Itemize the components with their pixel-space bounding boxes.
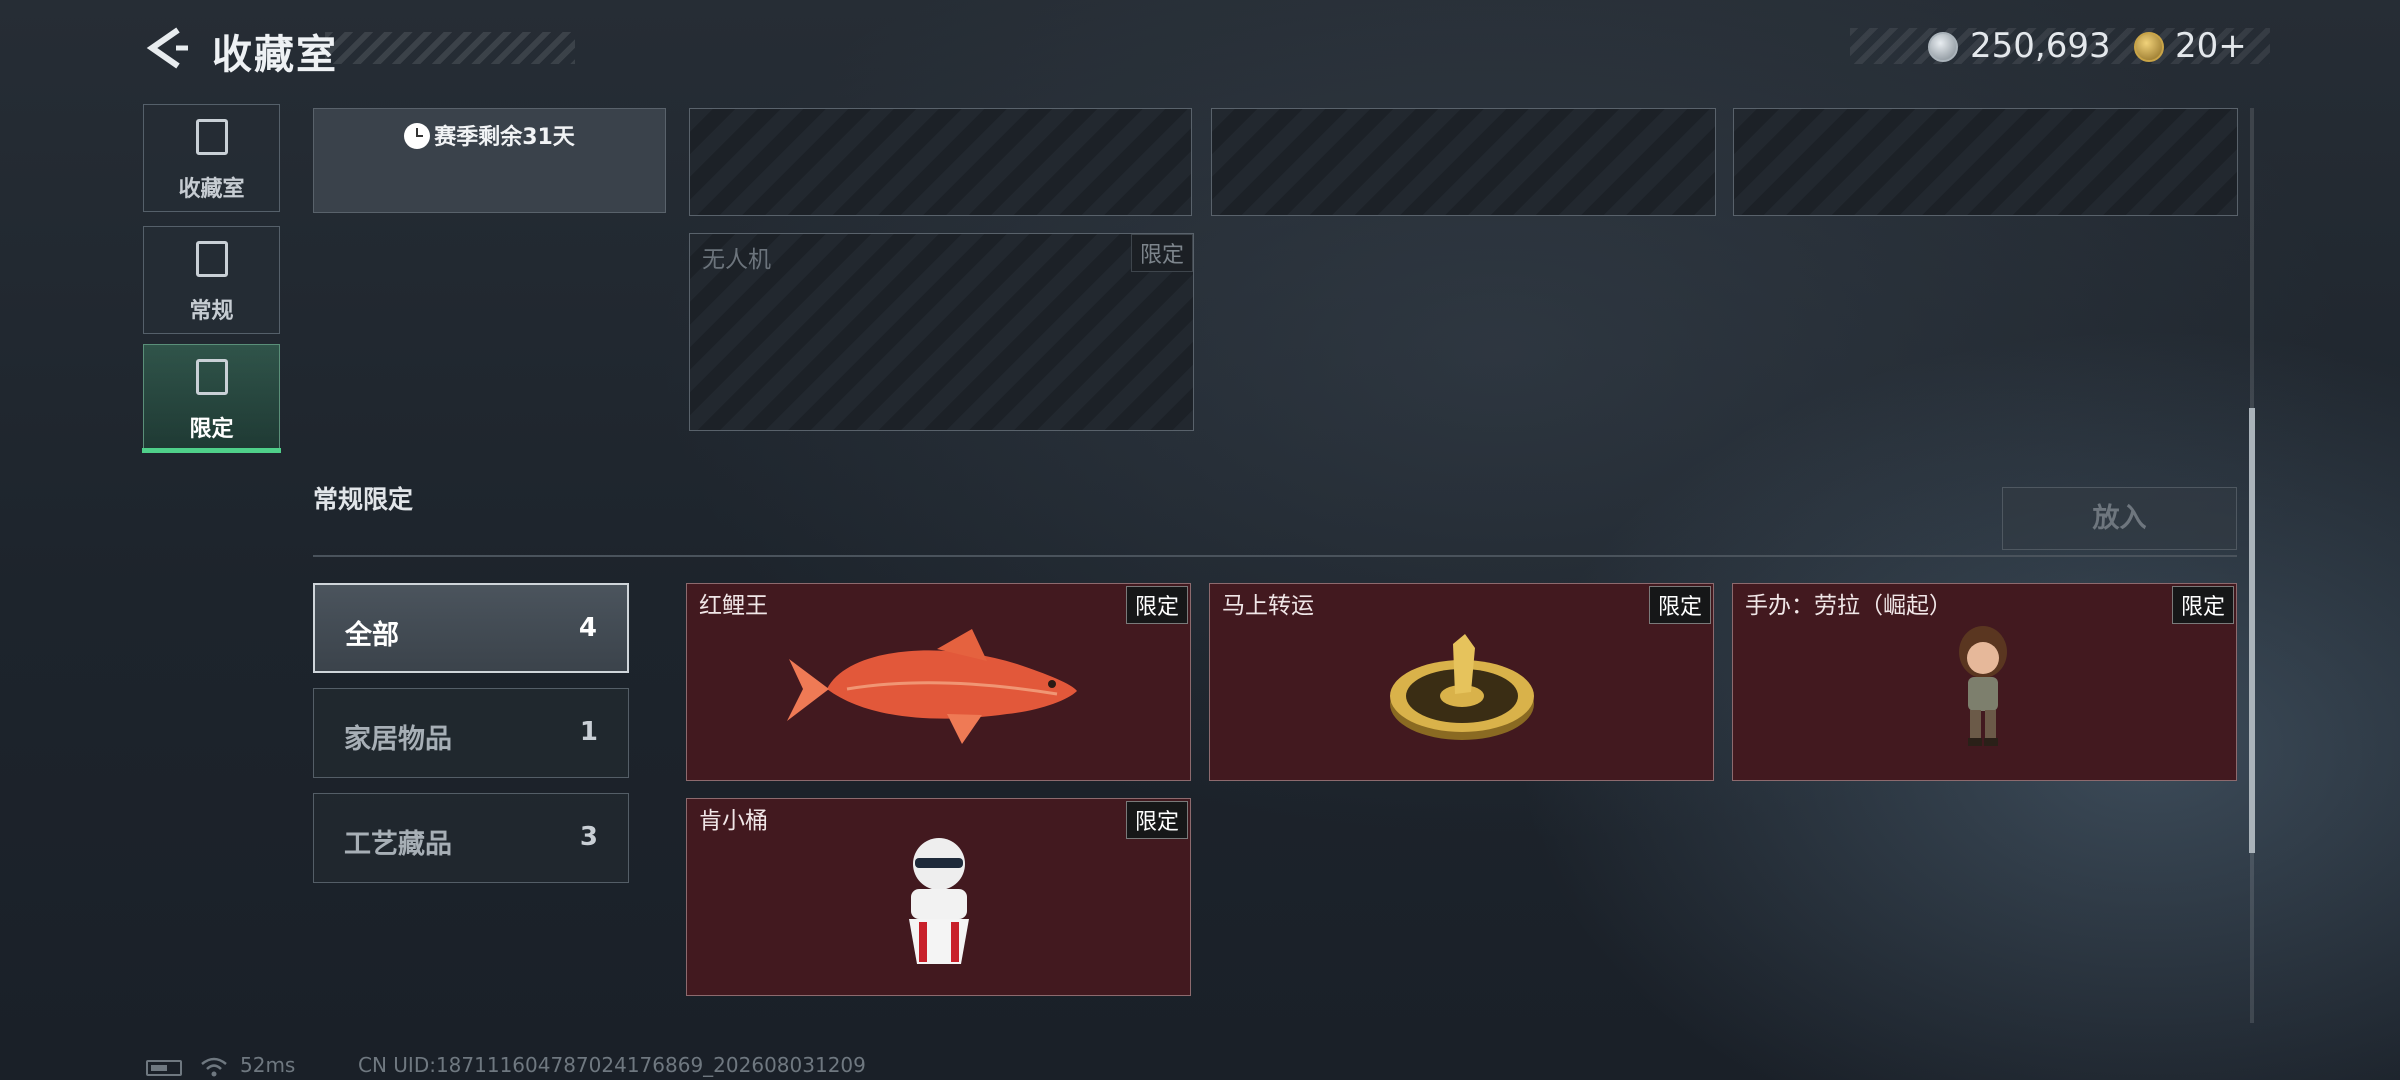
koi-fish-icon (787, 629, 1077, 744)
filter-all[interactable]: 全部 4 (313, 583, 629, 673)
filter-count: 4 (578, 613, 597, 643)
lucky-wheel-icon (1390, 634, 1534, 740)
locked-slot[interactable] (1733, 108, 2238, 216)
gold-coin-icon (2134, 32, 2164, 62)
filter-label: 全部 (345, 620, 399, 651)
locked-slot[interactable] (689, 108, 1192, 216)
sidebar-item-label: 常规 (189, 299, 234, 324)
filter-home-items[interactable]: 家居物品 1 (313, 688, 629, 778)
limited-tag: 限定 (1648, 586, 1711, 624)
title-decoration (325, 32, 575, 64)
filter-count: 1 (579, 717, 598, 747)
section-title: 常规限定 (313, 485, 414, 514)
battery-icon (146, 1060, 182, 1076)
scrollbar-thumb[interactable] (2249, 408, 2255, 853)
uid-text: CN UID:18711160478702417686​9_2026080312… (358, 1053, 866, 1077)
item-card-lucky-wheel[interactable]: 马上转运 限定 (1209, 583, 1714, 781)
filter-label: 家居物品 (344, 724, 452, 755)
filter-count: 3 (579, 822, 598, 852)
item-card-koi[interactable]: 红鲤王 限定 (686, 583, 1191, 781)
wifi-icon (201, 1057, 227, 1077)
limited-tag: 限定 (1130, 234, 1193, 272)
collection-icon (196, 119, 228, 155)
place-button[interactable]: 放入 (2002, 487, 2237, 550)
gold-coin-value[interactable]: 20+ (2175, 26, 2247, 66)
sidebar-item-label: 收藏室 (178, 177, 245, 202)
sidebar-item-label: 限定 (189, 417, 234, 442)
item-name: 红鲤王 (699, 593, 768, 619)
limited-icon (196, 359, 228, 395)
limited-tag: 限定 (1125, 586, 1188, 624)
ping-text: 52ms (240, 1053, 296, 1077)
sidebar-item-regular[interactable]: 常规 (143, 226, 280, 334)
slot-name: 无人机 (702, 247, 771, 273)
divider (313, 555, 2237, 557)
clock-icon (404, 123, 431, 149)
item-name: 手办：劳拉（崛起） (1745, 593, 1952, 619)
item-name: 肯小桶 (699, 808, 768, 834)
kfc-bucket-icon (909, 838, 969, 964)
page-title: 收藏室 (212, 32, 338, 78)
locked-slot[interactable] (1211, 108, 1716, 216)
limited-tag: 限定 (2171, 586, 2234, 624)
regular-icon (196, 241, 228, 277)
sidebar-item-limited[interactable]: 限定 (143, 344, 280, 452)
season-remaining: 赛季剩余31天 (314, 119, 665, 151)
season-card: 赛季剩余31天 (313, 108, 666, 213)
back-arrow-icon[interactable] (142, 24, 190, 72)
selected-tab-indicator (142, 448, 281, 453)
figurine-icon (1959, 626, 2007, 746)
sidebar-item-collection[interactable]: 收藏室 (143, 104, 280, 212)
item-name: 马上转运 (1222, 593, 1314, 619)
limited-tag: 限定 (1125, 801, 1188, 839)
filter-label: 工艺藏品 (344, 829, 452, 860)
item-card-figurine[interactable]: 手办：劳拉（崛起） 限定 (1732, 583, 2237, 781)
drone-slot[interactable]: 无人机 限定 (689, 233, 1194, 431)
item-card-kfc-bucket[interactable]: 肯小桶 限定 (686, 798, 1191, 996)
season-remaining-text: 赛季剩余31天 (434, 125, 575, 150)
silver-coin-icon (1928, 32, 1958, 62)
silver-coin-value: 250,693 (1970, 26, 2111, 66)
filter-craft-items[interactable]: 工艺藏品 3 (313, 793, 629, 883)
